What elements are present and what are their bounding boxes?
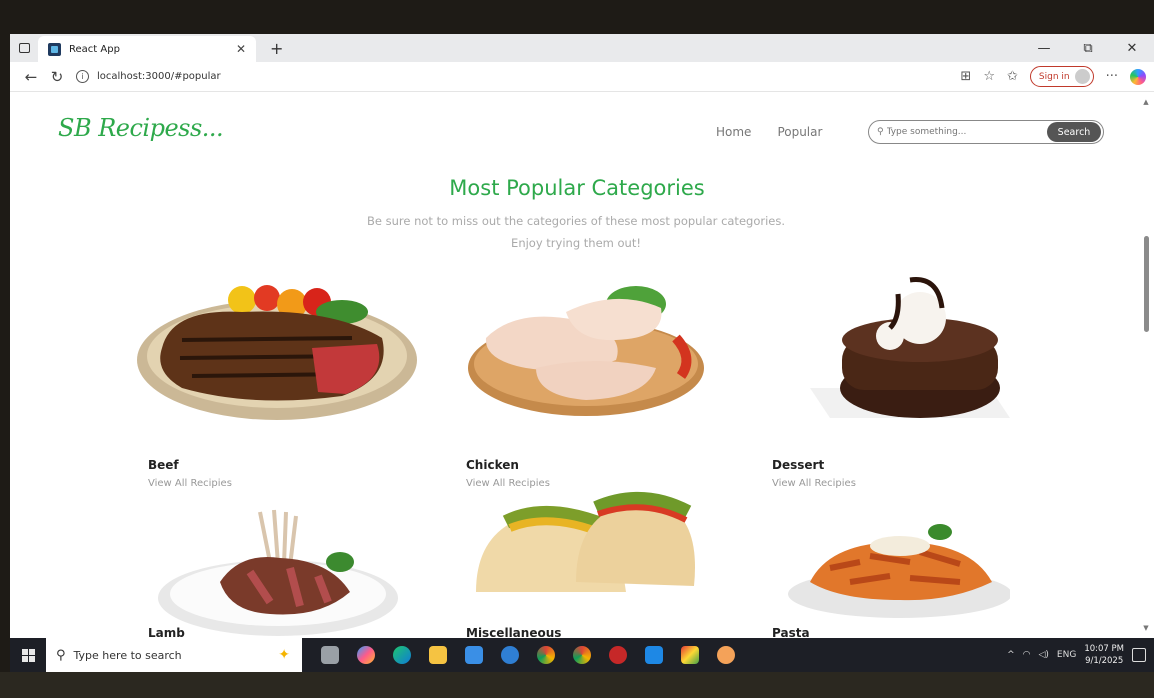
chrome-profile-icon[interactable] xyxy=(564,638,600,672)
category-link[interactable]: View All Recipies xyxy=(148,478,232,489)
refresh-icon[interactable]: ↻ xyxy=(44,68,70,86)
category-name[interactable]: Chicken xyxy=(466,458,519,472)
site-search: ⚲ Search xyxy=(868,120,1104,144)
tray-overflow-icon[interactable]: ^ xyxy=(1007,650,1015,660)
pasta-image xyxy=(788,524,1012,618)
volume-icon[interactable]: ◁) xyxy=(1038,650,1048,660)
more-options-icon[interactable]: ··· xyxy=(1106,69,1118,84)
beef-image xyxy=(137,285,417,420)
store-icon[interactable] xyxy=(456,638,492,672)
app-grid-icon[interactable] xyxy=(672,638,708,672)
clock[interactable]: 10:07 PM 9/1/2025 xyxy=(1084,643,1124,667)
category-name[interactable]: Beef xyxy=(148,458,179,472)
favorites-icon[interactable]: ✩ xyxy=(1007,69,1018,84)
page-content: SB Recipess... Home Popular ⚲ Search Mos… xyxy=(10,92,1154,638)
clock-date: 9/1/2025 xyxy=(1085,656,1124,666)
start-button[interactable] xyxy=(10,648,46,662)
clock-time: 10:07 PM xyxy=(1084,644,1124,654)
info-icon[interactable]: i xyxy=(76,70,89,83)
back-icon[interactable]: ← xyxy=(18,68,44,86)
favorite-star-icon[interactable]: ☆ xyxy=(983,69,995,84)
network-icon[interactable]: ◠ xyxy=(1023,650,1031,660)
category-name[interactable]: Pasta xyxy=(772,626,810,638)
category-card-pasta[interactable]: Pasta xyxy=(770,512,1012,638)
section-title: Most Popular Categories xyxy=(449,176,705,200)
notification-icon[interactable] xyxy=(1132,648,1146,662)
category-name[interactable]: Dessert xyxy=(772,458,824,472)
category-link[interactable]: View All Recipies xyxy=(772,478,856,489)
new-tab-icon[interactable]: + xyxy=(270,39,283,58)
category-card-beef[interactable]: Beef View All Recipies xyxy=(132,268,422,489)
window-controls: — ⧉ ✕ xyxy=(1022,34,1154,62)
split-screen-icon[interactable]: ⊞ xyxy=(960,69,971,84)
system-tray: ^ ◠ ◁) ENG 10:07 PM 9/1/2025 xyxy=(1007,643,1154,667)
tab-actions-icon xyxy=(18,43,30,53)
chrome-icon[interactable] xyxy=(528,638,564,672)
vscode-icon[interactable] xyxy=(636,638,672,672)
restore-icon[interactable]: ⧉ xyxy=(1066,41,1110,56)
miscellaneous-image xyxy=(476,492,695,592)
file-explorer-icon[interactable] xyxy=(420,638,456,672)
lamb-image xyxy=(158,509,398,636)
site-nav: Home Popular xyxy=(716,125,822,139)
url-field[interactable]: i localhost:3000/#popular xyxy=(76,70,960,83)
page-scrollbar[interactable]: ▲ ▼ xyxy=(1142,98,1150,632)
scroll-thumb[interactable] xyxy=(1144,236,1149,332)
sign-in-button[interactable]: Sign in xyxy=(1029,66,1094,87)
scroll-up-icon[interactable]: ▲ xyxy=(1142,98,1150,106)
close-window-icon[interactable]: ✕ xyxy=(1110,41,1154,56)
category-card-lamb[interactable]: Lamb xyxy=(148,502,410,638)
search-button[interactable]: Search xyxy=(1047,122,1101,142)
scroll-down-icon[interactable]: ▼ xyxy=(1142,624,1150,632)
category-card-dessert[interactable]: Dessert View All Recipies xyxy=(770,268,1030,489)
search-icon: ⚲ xyxy=(56,647,66,663)
copilot-sparkle-icon: ✦ xyxy=(278,647,290,663)
browser-tab[interactable]: React App ✕ xyxy=(38,36,256,62)
language-indicator[interactable]: ENG xyxy=(1057,650,1076,660)
windows-taskbar: ⚲ Type here to search ✦ ^ ◠ ◁) ENG 10:07… xyxy=(10,638,1154,672)
edge-icon[interactable] xyxy=(384,638,420,672)
react-favicon-icon xyxy=(48,42,61,56)
address-bar: ← ↻ i localhost:3000/#popular ⊞ ☆ ✩ Sign… xyxy=(10,62,1154,92)
search-icon: ⚲ xyxy=(877,127,884,137)
search-input[interactable] xyxy=(886,127,1047,137)
app-hand-icon[interactable] xyxy=(708,638,744,672)
url-text: localhost:3000/#popular xyxy=(97,71,221,82)
chicken-image xyxy=(468,286,704,416)
app-red-icon[interactable] xyxy=(600,638,636,672)
profile-avatar-icon xyxy=(1074,69,1090,84)
tab-title: React App xyxy=(69,43,120,55)
copilot-app-icon[interactable] xyxy=(348,638,384,672)
nav-home[interactable]: Home xyxy=(716,125,751,139)
category-name[interactable]: Miscellaneous xyxy=(466,626,561,638)
taskbar-search[interactable]: ⚲ Type here to search ✦ xyxy=(46,638,302,672)
copilot-icon[interactable] xyxy=(1130,68,1146,85)
task-view-icon[interactable] xyxy=(312,638,348,672)
dessert-image xyxy=(810,277,1010,418)
taskbar-search-placeholder: Type here to search xyxy=(73,648,182,662)
minimize-icon[interactable]: — xyxy=(1022,41,1066,56)
photos-icon[interactable] xyxy=(492,638,528,672)
site-logo[interactable]: SB Recipess... xyxy=(58,114,224,142)
browser-window: React App ✕ + — ⧉ ✕ ← ↻ i localhost:3000… xyxy=(10,34,1154,638)
windows-logo-icon xyxy=(21,648,35,662)
outer-frame-left xyxy=(0,34,10,672)
nav-popular[interactable]: Popular xyxy=(777,125,822,139)
tab-close-icon[interactable]: ✕ xyxy=(236,42,246,56)
taskbar-apps xyxy=(312,638,744,672)
tab-bar: React App ✕ + — ⧉ ✕ xyxy=(10,34,1154,62)
outer-frame-top xyxy=(0,0,1154,34)
category-card-chicken[interactable]: Chicken View All Recipies xyxy=(466,268,716,489)
category-name[interactable]: Lamb xyxy=(148,626,185,638)
outer-frame-bottom xyxy=(0,672,1154,698)
category-card-miscellaneous[interactable]: Miscellaneous xyxy=(466,482,706,638)
section-subtitle: Be sure not to miss out the categories o… xyxy=(367,214,785,250)
sign-in-label: Sign in xyxy=(1038,71,1070,82)
tab-actions-button[interactable] xyxy=(10,34,38,62)
